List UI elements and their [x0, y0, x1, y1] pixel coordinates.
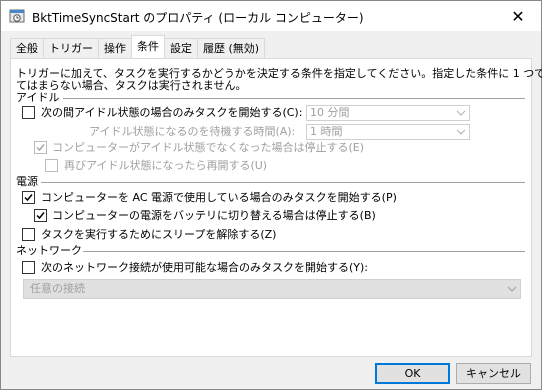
ac-power-only-checkbox[interactable] — [22, 191, 35, 204]
idle-wait-dropdown[interactable]: 1 時間 — [306, 124, 470, 140]
checkmark-icon — [36, 144, 45, 152]
wake-to-run-label: タスクを実行するためにスリープを解除する(Z) — [41, 228, 277, 241]
tab-strip: 全般 トリガー 操作 条件 設定 履歴 (無効) — [10, 35, 266, 58]
start-only-if-idle-label: 次の間アイドル状態の場合のみタスクを開始する(C): — [41, 106, 303, 119]
task-scheduler-icon — [9, 9, 25, 23]
network-only-label: 次のネットワーク接続が使用可能な場合のみタスクを開始する(Y): — [41, 261, 369, 274]
tab-conditions[interactable]: 条件 — [131, 35, 165, 58]
close-icon: ✕ — [511, 6, 525, 26]
tab-general[interactable]: 全般 — [10, 38, 44, 58]
cancel-button[interactable]: キャンセル — [456, 363, 531, 384]
idle-duration-dropdown[interactable]: 10 分間 — [306, 105, 470, 121]
network-heading: ネットワーク — [16, 244, 82, 257]
tab-settings[interactable]: 設定 — [164, 38, 198, 58]
idle-divider — [63, 98, 525, 99]
window-title: BktTimeSyncStart のプロパティ (ローカル コンピューター) — [32, 11, 364, 25]
properties-dialog: BktTimeSyncStart のプロパティ (ローカル コンピューター) ✕… — [0, 0, 542, 390]
power-divider — [41, 182, 525, 183]
tab-actions[interactable]: 操作 — [98, 38, 132, 58]
ok-button[interactable]: OK — [375, 363, 450, 384]
tab-triggers[interactable]: トリガー — [43, 38, 99, 58]
checkmark-icon — [36, 212, 45, 220]
idle-wait-label: アイドル状態になるのを待機する時間(A): — [89, 125, 296, 138]
restart-if-idle-checkbox[interactable] — [45, 159, 58, 172]
stop-on-battery-label: コンピューターの電源をバッテリに切り替える場合は停止する(B) — [52, 209, 376, 222]
chevron-down-icon — [456, 110, 466, 116]
restart-if-idle-label: 再びアイドル状態になったら再開する(U) — [64, 159, 268, 172]
close-button[interactable]: ✕ — [495, 1, 541, 31]
title-bar: BktTimeSyncStart のプロパティ (ローカル コンピューター) ✕ — [1, 1, 541, 31]
wake-to-run-checkbox[interactable] — [22, 228, 35, 241]
network-divider — [83, 251, 525, 252]
stop-if-not-idle-label: コンピューターがアイドル状態でなくなった場合は停止する(E) — [52, 141, 364, 154]
network-only-checkbox[interactable] — [22, 261, 35, 274]
idle-duration-value: 10 分間 — [310, 106, 350, 119]
start-only-if-idle-checkbox[interactable] — [22, 106, 35, 119]
idle-wait-value: 1 時間 — [310, 125, 343, 138]
idle-heading: アイドル — [16, 91, 60, 104]
checkmark-icon — [24, 194, 33, 202]
ac-power-only-label: コンピューターを AC 電源で使用している場合のみタスクを開始する(P) — [41, 191, 397, 204]
chevron-down-icon — [507, 286, 517, 292]
chevron-down-icon — [456, 129, 466, 135]
network-connection-dropdown[interactable]: 任意の接続 — [23, 279, 521, 299]
power-heading: 電源 — [16, 175, 38, 188]
conditions-panel: トリガーに加えて、タスクを実行するかどうかを決定する条件を指定してください。指定… — [10, 58, 542, 357]
network-connection-value: 任意の接続 — [30, 282, 85, 295]
stop-if-not-idle-checkbox[interactable] — [34, 141, 47, 154]
tab-history[interactable]: 履歴 (無効) — [197, 38, 266, 58]
stop-on-battery-checkbox[interactable] — [34, 209, 47, 222]
